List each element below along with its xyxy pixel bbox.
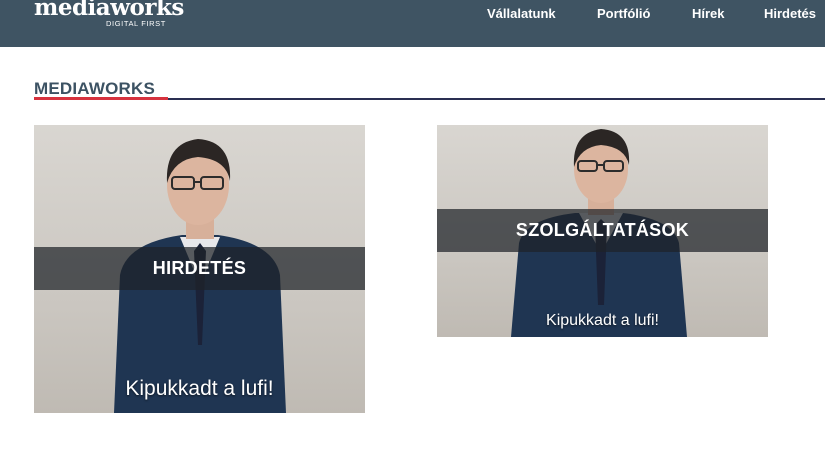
nav-link-hirdetes[interactable]: Hirdetés bbox=[764, 6, 816, 21]
nav-link-hirek[interactable]: Hírek bbox=[692, 6, 725, 21]
section-title-underline bbox=[34, 97, 168, 100]
card-label: HIRDETÉS bbox=[34, 247, 365, 290]
video-caption: Kipukkadt a lufi! bbox=[546, 312, 659, 329]
logo-tagline: DIGITAL FIRST bbox=[106, 19, 166, 28]
card-label: SZOLGÁLTATÁSOK bbox=[437, 209, 768, 252]
card-hirdetes[interactable]: HIRDETÉS Kipukkadt a lufi! bbox=[34, 125, 365, 413]
nav-link-portfolio[interactable]: Portfólió bbox=[597, 6, 650, 21]
mediaworks-logo[interactable]: mediaworks DIGITAL FIRST bbox=[34, 0, 184, 28]
card-szolgaltatasok[interactable]: SZOLGÁLTATÁSOK Kipukkadt a lufi! bbox=[437, 125, 768, 337]
top-navigation-bar: mediaworks DIGITAL FIRST Vállalatunk Por… bbox=[0, 0, 825, 47]
nav-link-vallalatunk[interactable]: Vállalatunk bbox=[487, 6, 556, 21]
section-title: MEDIAWORKS bbox=[34, 79, 155, 98]
video-caption: Kipukkadt a lufi! bbox=[125, 377, 274, 400]
